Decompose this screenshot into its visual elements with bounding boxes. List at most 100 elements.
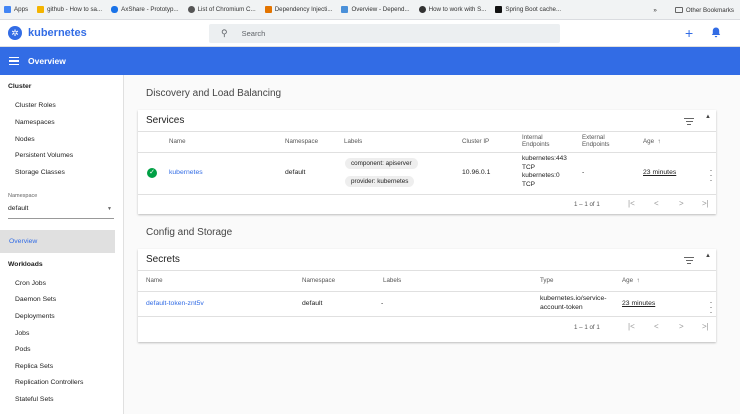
last-page-icon[interactable]: >|: [702, 199, 709, 208]
bell-icon[interactable]: [711, 27, 721, 38]
column-header-labels: Labels: [344, 138, 363, 145]
menu-icon[interactable]: [9, 55, 19, 68]
search-icon: ⚲: [221, 28, 228, 38]
column-header-age[interactable]: Age ↑: [622, 277, 640, 284]
service-name-link[interactable]: kubernetes: [169, 169, 203, 176]
bookmark-apps[interactable]: Apps: [4, 6, 28, 13]
section-title-config: Config and Storage: [146, 227, 233, 238]
column-header-namespace[interactable]: Namespace: [285, 138, 318, 145]
service-age: 23 minutes: [643, 169, 677, 176]
column-header-labels: Labels: [383, 277, 402, 284]
namespace-select[interactable]: default ▼: [8, 205, 114, 219]
sidebar-item-overview[interactable]: Overview: [0, 230, 115, 253]
secret-type: kubernetes.io/service- account-token: [540, 295, 607, 312]
type-text: kubernetes.io/service-: [540, 295, 607, 302]
globe-icon: [187, 6, 195, 13]
sidebar-item-stateful-sets[interactable]: Stateful Sets: [0, 396, 54, 403]
secret-labels: -: [381, 300, 384, 307]
apps-grid-icon: [4, 6, 11, 13]
bookmark-axshare[interactable]: AxShare - Prototyp...: [111, 6, 179, 13]
filter-icon[interactable]: [684, 116, 694, 127]
sidebar: Cluster Cluster Roles Namespaces Nodes P…: [0, 75, 124, 414]
header-text: Endpoints: [582, 141, 610, 148]
status-ok-icon: ✓: [147, 168, 157, 178]
header-text: Age: [622, 277, 634, 284]
sidebar-item-nodes[interactable]: Nodes: [0, 136, 35, 143]
service-namespace: default: [285, 169, 306, 176]
bookmark-favicon-icon: [341, 6, 349, 13]
sidebar-item-storage-classes[interactable]: Storage Classes: [0, 169, 65, 176]
card-title: Services: [146, 115, 185, 126]
next-page-icon[interactable]: >: [679, 199, 684, 208]
more-bookmarks-button[interactable]: »: [653, 7, 656, 14]
medium-icon: [495, 6, 503, 13]
service-cluster-ip: 10.96.0.1: [462, 169, 491, 176]
kubernetes-logo[interactable]: ✲ kubernetes: [8, 26, 87, 40]
top-bar: ✲ kubernetes ⚲ Search +: [0, 20, 740, 47]
first-page-icon[interactable]: |<: [628, 322, 635, 331]
bookmarks-bar: Apps github - How to sa... AxShare - Pro…: [0, 0, 740, 20]
header-text: Internal: [522, 134, 543, 141]
add-button[interactable]: +: [685, 25, 693, 41]
bookmark-dependency[interactable]: Dependency Injecti...: [264, 6, 332, 13]
sidebar-item-replication-controllers[interactable]: Replication Controllers: [0, 379, 83, 386]
sidebar-item-cron-jobs[interactable]: Cron Jobs: [0, 280, 46, 287]
sidebar-item-persistent-volumes[interactable]: Persistent Volumes: [0, 152, 73, 159]
endpoint-text: kubernetes:443: [522, 155, 567, 162]
secret-age: 23 minutes: [622, 300, 656, 307]
endpoint-text: TCP: [522, 180, 535, 188]
github-icon: [418, 6, 426, 13]
bookmark-springboot[interactable]: Spring Boot cache...: [495, 6, 561, 13]
sidebar-heading-cluster: Cluster: [8, 83, 32, 90]
divider: [138, 291, 716, 292]
bookmark-github[interactable]: github - How to sa...: [37, 6, 102, 13]
header-text: Age: [643, 138, 655, 145]
endpoint-text: kubernetes:0: [522, 172, 560, 179]
column-header-age[interactable]: Age ↑: [643, 138, 661, 145]
sidebar-item-deployments[interactable]: Deployments: [0, 313, 55, 320]
next-page-icon[interactable]: >: [679, 322, 684, 331]
column-header-namespace[interactable]: Namespace: [302, 277, 335, 284]
sidebar-item-replica-sets[interactable]: Replica Sets: [0, 363, 53, 370]
sidebar-item-jobs[interactable]: Jobs: [0, 330, 29, 337]
sidebar-item-namespaces[interactable]: Namespaces: [0, 119, 55, 126]
more-vert-icon[interactable]: · · ·: [709, 298, 713, 317]
last-page-icon[interactable]: >|: [702, 322, 709, 331]
services-card: Services ▲ Name Namespace Labels Cluster…: [138, 110, 716, 214]
endpoint-text: TCP: [522, 163, 535, 171]
more-vert-icon[interactable]: · · ·: [709, 166, 713, 185]
collapse-icon[interactable]: ▲: [705, 114, 711, 120]
prev-page-icon[interactable]: <: [654, 322, 659, 331]
search-input[interactable]: ⚲ Search: [209, 24, 560, 43]
sort-arrow-icon: ↑: [636, 277, 640, 284]
page-header: Overview: [0, 47, 740, 75]
sidebar-item-daemon-sets[interactable]: Daemon Sets: [0, 296, 56, 303]
app-name: kubernetes: [28, 27, 87, 39]
namespace-label: Namespace: [8, 193, 38, 199]
dropdown-arrow-icon: ▼: [107, 206, 112, 212]
type-text: account-token: [540, 303, 583, 311]
folder-icon: [674, 7, 683, 13]
secret-name-link[interactable]: default-token-znt5v: [146, 300, 204, 307]
bookmark-chromium[interactable]: List of Chromium C...: [187, 6, 256, 13]
column-header-cluster-ip: Cluster IP: [462, 138, 490, 145]
filter-icon[interactable]: [684, 255, 694, 266]
bookmark-favicon-icon: [264, 6, 272, 13]
column-header-type: Type: [540, 277, 554, 284]
sidebar-item-cluster-roles[interactable]: Cluster Roles: [0, 102, 56, 109]
sidebar-item-pods[interactable]: Pods: [0, 346, 31, 353]
first-page-icon[interactable]: |<: [628, 199, 635, 208]
column-header-name[interactable]: Name: [146, 277, 163, 284]
column-header-internal-endpoints: Internal Endpoints: [522, 134, 550, 148]
column-header-name[interactable]: Name: [169, 138, 186, 145]
helm-wheel-icon: ✲: [8, 26, 22, 40]
bookmark-howto[interactable]: How to work with S...: [418, 6, 486, 13]
prev-page-icon[interactable]: <: [654, 199, 659, 208]
cloud-icon: [111, 6, 119, 13]
collapse-icon[interactable]: ▲: [705, 253, 711, 259]
search-placeholder: Search: [241, 29, 266, 38]
bookmark-overview[interactable]: Overview - Depend...: [341, 6, 410, 13]
other-bookmarks[interactable]: Other Bookmarks: [686, 7, 734, 14]
sort-arrow-icon: ↑: [657, 138, 661, 145]
external-endpoints: -: [582, 169, 585, 176]
